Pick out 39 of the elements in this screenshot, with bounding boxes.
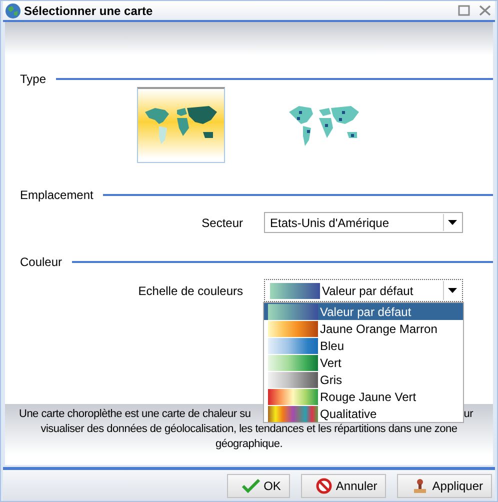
maximize-icon[interactable] [458, 5, 470, 16]
color-scale-dropdown[interactable]: Valeur par défaut [264, 279, 463, 302]
section-title: Emplacement [20, 188, 94, 202]
cancel-button[interactable]: Annuler [300, 474, 386, 498]
description-text: géographique. [215, 438, 283, 450]
color-scale-option[interactable]: Qualitative [264, 405, 463, 422]
stamp-icon [412, 478, 428, 494]
color-scale-swatch [268, 354, 318, 370]
color-scale-swatch [268, 388, 318, 404]
color-scale-swatch [268, 320, 318, 336]
check-icon [242, 478, 260, 492]
ok-button[interactable]: OK [226, 474, 290, 498]
close-icon[interactable] [479, 5, 491, 16]
description-text: ur [464, 407, 473, 422]
map-type-option[interactable] [137, 87, 225, 163]
window-title: Sélectionner une carte [24, 4, 154, 18]
color-scale-swatch [268, 406, 318, 422]
color-scale-option[interactable]: Vert [264, 354, 463, 371]
color-scale-swatch [268, 338, 318, 354]
globe-icon [5, 2, 21, 18]
dropdown-arrow-icon [448, 288, 457, 293]
field-label: Echelle de couleurs [137, 284, 243, 298]
color-scale-swatch [268, 304, 318, 320]
color-scale-option[interactable]: Gris [264, 371, 463, 388]
section-title: Type [20, 72, 46, 86]
color-scale-option[interactable]: Valeur par défaut [264, 303, 463, 320]
field-label: Secteur [200, 216, 243, 230]
dropdown-arrow-icon [448, 220, 457, 225]
color-scale-swatch [270, 282, 320, 298]
description-text: visualiser des données de géolocalisation, les tendances et les répartitions dans une zone [40, 423, 458, 435]
color-scale-option[interactable]: Jaune Orange Marron [264, 320, 463, 337]
sector-dropdown[interactable]: Etats-Unis d'Amérique [264, 212, 463, 233]
description-text: Une carte choroplèthe est une carte de chaleur su [19, 407, 251, 422]
color-scale-swatch [268, 372, 318, 388]
no-entry-icon [316, 478, 332, 494]
color-scale-option[interactable]: Bleu [264, 337, 463, 354]
color-scale-option[interactable]: Rouge Jaune Vert [264, 388, 463, 405]
section-title: Couleur [20, 255, 62, 269]
apply-button[interactable]: Appliquer [397, 474, 492, 498]
